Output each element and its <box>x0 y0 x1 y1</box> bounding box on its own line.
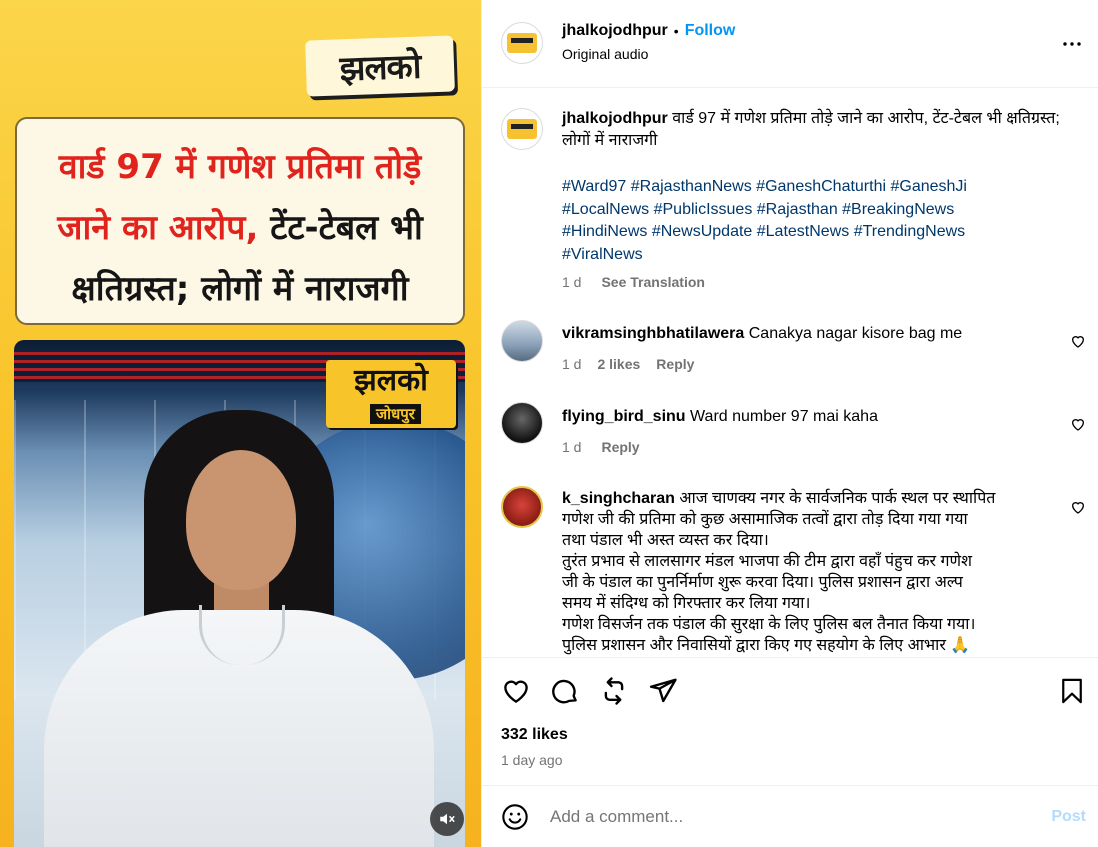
comment-avatar[interactable] <box>501 402 543 444</box>
video-frame[interactable]: झलको जोधपुर <box>14 340 465 847</box>
comments-scroll-area[interactable]: jhalkojodhpur वार्ड 97 में गणेश प्रतिमा … <box>482 88 1098 658</box>
post-comment-button[interactable]: Post <box>1051 808 1086 826</box>
comment-3-body: k_singhcharan आज चाणक्य नगर के सार्वजनिक… <box>562 488 1062 656</box>
comment-1-body: vikramsinghbhatilawera Canakya nagar kis… <box>562 325 962 343</box>
repost-button[interactable] <box>599 676 629 710</box>
original-audio-link[interactable]: Original audio <box>562 46 648 62</box>
save-button[interactable] <box>1058 676 1086 710</box>
add-comment-bar: Post <box>482 785 1098 847</box>
post-time[interactable]: 1 day ago <box>501 752 563 768</box>
comment-button[interactable] <box>550 676 580 710</box>
video-logo-top: झलको <box>354 363 428 398</box>
hashtags-line-1[interactable]: #Ward97 #RajasthanNews #GaneshChaturthi … <box>562 176 1082 199</box>
comment-2-reply[interactable]: Reply <box>601 439 639 455</box>
brand-logo: झलको <box>305 35 455 97</box>
heart-outline-icon <box>1071 419 1085 431</box>
comment-3-like-button[interactable] <box>1070 499 1086 519</box>
comment-3-line-8: पुलिस प्रशासन और निवासियों द्वारा किए गए… <box>562 637 971 654</box>
post-media[interactable]: झलको वार्ड 97 में गणेश प्रतिमा तोड़े जान… <box>0 0 481 847</box>
comment-2-time[interactable]: 1 d <box>562 439 581 455</box>
comment-2-username[interactable]: flying_bird_sinu <box>562 408 686 425</box>
comment-icon <box>552 679 577 704</box>
smiley-icon <box>502 804 528 830</box>
caption-avatar[interactable] <box>501 108 543 150</box>
more-horizontal-icon <box>1063 42 1081 46</box>
comment-1-time[interactable]: 1 d <box>562 356 581 372</box>
caption-avatar-logo <box>507 119 537 139</box>
comment-1-like-button[interactable] <box>1070 333 1086 353</box>
comment-avatar[interactable] <box>501 486 543 528</box>
author-avatar-logo <box>507 33 537 53</box>
post-header: jhalkojodhpur • Follow Original audio <box>482 0 1098 88</box>
comment-1-reply[interactable]: Reply <box>656 356 694 372</box>
comment-3-line-4: तुरंत प्रभाव से लालसागर मंडल भाजपा की टी… <box>562 553 972 570</box>
video-logo: झलको जोधपुर <box>326 360 456 428</box>
heart-icon <box>504 680 528 703</box>
author-avatar[interactable] <box>501 22 543 64</box>
send-icon <box>649 678 677 703</box>
heart-outline-icon <box>1071 336 1085 348</box>
anchor-face <box>186 450 296 590</box>
emoji-button[interactable] <box>501 803 529 835</box>
like-button[interactable] <box>501 676 531 710</box>
comment-3-username[interactable]: k_singhcharan <box>562 490 675 507</box>
bookmark-icon <box>1062 678 1082 704</box>
comment-2-text: Ward number 97 mai kaha <box>690 408 878 425</box>
caption-meta: 1 d See Translation <box>562 274 705 290</box>
comment-1-meta: 1 d 2 likes Reply <box>562 356 694 372</box>
hashtags-line-2[interactable]: #LocalNews #PublicIssues #Rajasthan #Bre… <box>562 199 1082 222</box>
comment-2-meta: 1 d Reply <box>562 439 640 455</box>
headline-line-2-red: जाने का आरोप, <box>57 208 259 248</box>
comment-1-username[interactable]: vikramsinghbhatilawera <box>562 325 744 342</box>
hashtags-line-4[interactable]: #ViralNews <box>562 244 1082 267</box>
headline-line-3: क्षतिग्रस्त; लोगों में नाराजगी <box>71 269 409 309</box>
post-actions: 332 likes 1 day ago <box>482 657 1098 785</box>
author-username[interactable]: jhalkojodhpur <box>562 22 668 40</box>
caption-time[interactable]: 1 d <box>562 274 581 290</box>
comment-2-like-button[interactable] <box>1070 416 1086 436</box>
see-translation-link[interactable]: See Translation <box>601 274 704 290</box>
repost-icon <box>604 677 624 705</box>
brand-logo-text: झलको <box>339 46 422 90</box>
comment-3-line-5: जी के पंडाल का पुनर्निर्माण शुरू करवा दि… <box>562 574 963 591</box>
speaker-muted-icon <box>440 813 455 825</box>
caption-text-block: jhalkojodhpur वार्ड 97 में गणेश प्रतिमा … <box>562 108 1072 152</box>
follow-button[interactable]: Follow <box>685 22 736 40</box>
video-logo-bottom: जोधपुर <box>370 404 421 424</box>
hashtags-line-3[interactable]: #HindiNews #NewsUpdate #LatestNews #Tren… <box>562 221 1082 244</box>
mute-button[interactable] <box>430 802 464 836</box>
comment-3-line-1: आज चाणक्य नगर के सार्वजनिक पार्क स्थल पर… <box>679 490 996 507</box>
comment-1-text: Canakya nagar kisore bag me <box>748 325 963 342</box>
comment-2-body: flying_bird_sinu Ward number 97 mai kaha <box>562 408 878 426</box>
headline-card: वार्ड 97 में गणेश प्रतिमा तोड़े जाने का … <box>15 117 465 325</box>
comment-3-line-3: तथा पंडाल भी अस्त व्यस्त कर दिया। <box>562 532 769 549</box>
more-options-button[interactable] <box>1060 32 1084 56</box>
comment-input[interactable] <box>550 804 1010 830</box>
likes-count[interactable]: 332 likes <box>501 726 568 744</box>
post-side-panel: jhalkojodhpur • Follow Original audio jh… <box>481 0 1098 847</box>
header-separator: • <box>673 23 679 39</box>
instagram-post-modal: झलको वार्ड 97 में गणेश प्रतिमा तोड़े जान… <box>0 0 1098 847</box>
comment-3-line-2: गणेश जी की प्रतिमा को कुछ असामाजिक तत्वो… <box>562 511 968 528</box>
comment-avatar[interactable] <box>501 320 543 362</box>
caption-hashtags: #Ward97 #RajasthanNews #GaneshChaturthi … <box>562 176 1082 266</box>
headline-line-1: वार्ड 97 में गणेश प्रतिमा तोड़े <box>58 147 422 187</box>
share-button[interactable] <box>648 676 678 710</box>
comment-3-line-6: समय में संदिग्ध को गिरफ्तार कर लिया गया। <box>562 595 811 612</box>
heart-outline-icon <box>1071 502 1085 514</box>
comment-3-line-7: गणेश विसर्जन तक पंडाल की सुरक्षा के लिए … <box>562 616 976 633</box>
caption-username[interactable]: jhalkojodhpur <box>562 110 668 127</box>
comment-1-likes[interactable]: 2 likes <box>597 356 640 372</box>
headline-line-2-dark: टेंट-टेबल भी <box>258 208 423 248</box>
